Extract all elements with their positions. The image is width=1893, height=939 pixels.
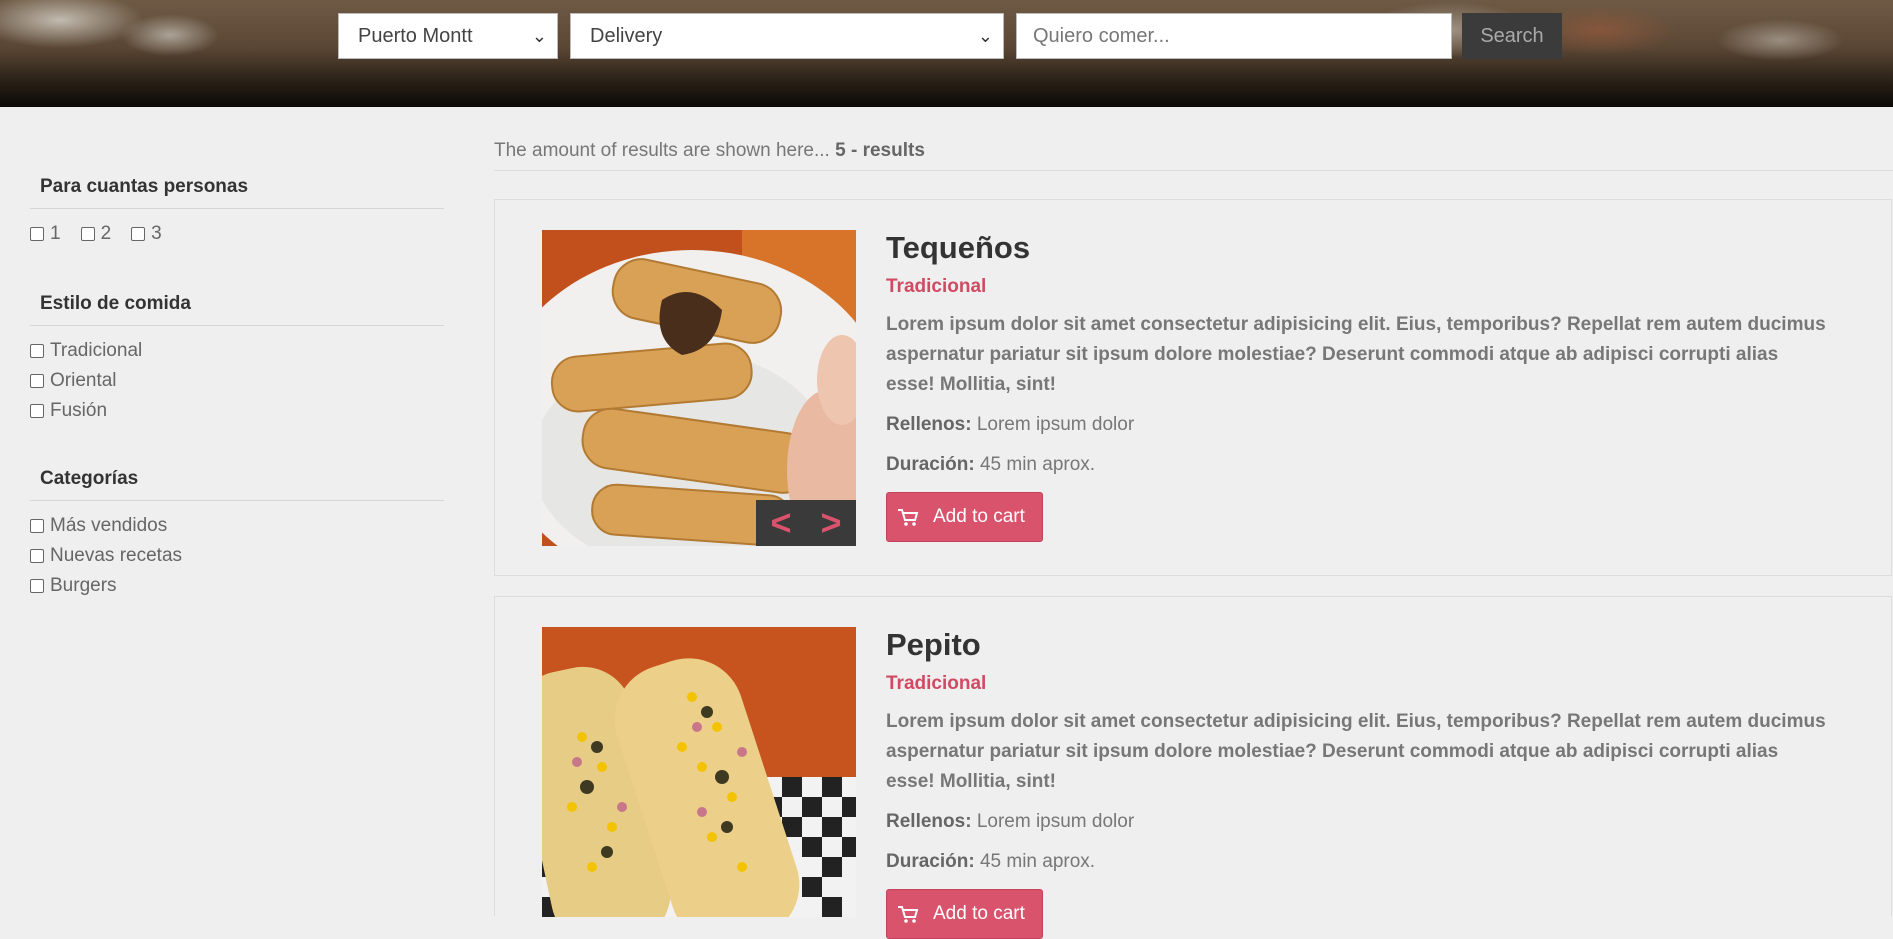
product-name: Pepito: [886, 627, 981, 662]
product-description: Lorem ipsum dolor sit amet consectetur a…: [886, 314, 1826, 395]
add-to-cart-label: Add to cart: [933, 506, 1025, 527]
checkbox[interactable]: [30, 579, 44, 593]
checkbox[interactable]: [30, 549, 44, 563]
product-fillings: Rellenos: Lorem ipsum dolor: [886, 811, 1135, 832]
filter-style-title: Estilo de comida: [30, 293, 444, 326]
city-select[interactable]: Puerto Montt ⌄: [338, 13, 558, 59]
product-details: Tequeños Tradicional Lorem ipsum dolor s…: [886, 228, 1826, 542]
cart-icon: [898, 906, 919, 923]
filter-category-burgers[interactable]: Burgers: [30, 571, 444, 601]
filter-category-new-recipes[interactable]: Nuevas recetas: [30, 541, 444, 571]
checkbox[interactable]: [80, 227, 95, 241]
add-to-cart-label: Add to cart: [933, 903, 1025, 924]
checkbox[interactable]: [30, 227, 44, 241]
product-duration: Duración: 45 min aprox.: [886, 851, 1096, 872]
product-image-tequenos: < >: [542, 230, 856, 546]
results-count-prefix: The amount of results are shown here...: [494, 140, 830, 161]
cart-icon: [898, 509, 919, 526]
product-image-pepito: [542, 627, 856, 917]
add-to-cart-button[interactable]: Add to cart: [886, 889, 1043, 939]
product-card: < > Tequeños Tradicional Lorem ipsum dol…: [494, 199, 1892, 576]
carousel-prev-button[interactable]: <: [770, 502, 791, 544]
search-input[interactable]: Quiero comer...: [1016, 13, 1452, 59]
add-to-cart-button[interactable]: Add to cart: [886, 492, 1043, 542]
checkbox[interactable]: [30, 374, 44, 388]
filter-people-2[interactable]: 2: [80, 219, 111, 249]
filter-style: Estilo de comida Tradicional Oriental Fu…: [30, 293, 444, 426]
checkbox[interactable]: [30, 519, 44, 533]
product-name: Tequeños: [886, 230, 1031, 265]
filter-category-best-sellers[interactable]: Más vendidos: [30, 511, 444, 541]
product-card: Pepito Tradicional Lorem ipsum dolor sit…: [494, 596, 1892, 939]
filter-style-oriental[interactable]: Oriental: [30, 366, 444, 396]
chevron-down-icon: ⌄: [977, 26, 993, 46]
checkbox[interactable]: [30, 404, 44, 418]
checkbox[interactable]: [30, 344, 44, 358]
search-button[interactable]: Search: [1462, 13, 1562, 59]
results-count: The amount of results are shown here... …: [494, 140, 1893, 171]
product-details: Pepito Tradicional Lorem ipsum dolor sit…: [886, 625, 1826, 939]
product-style: Tradicional: [886, 276, 987, 297]
product-description: Lorem ipsum dolor sit amet consectetur a…: [886, 711, 1826, 792]
filter-style-tradicional[interactable]: Tradicional: [30, 336, 444, 366]
hero-banner: Puerto Montt ⌄ Delivery ⌄ Quiero comer..…: [0, 0, 1893, 107]
filter-people: Para cuantas personas 1 2 3: [30, 176, 444, 249]
filter-style-fusion[interactable]: Fusión: [30, 396, 444, 426]
filter-categories-title: Categorías: [30, 468, 444, 501]
delivery-mode-value: Delivery: [590, 25, 663, 47]
results-count-value: 5 - results: [835, 140, 925, 161]
carousel-next-button[interactable]: >: [820, 502, 841, 544]
delivery-mode-select[interactable]: Delivery ⌄: [570, 13, 1004, 59]
checkbox[interactable]: [131, 227, 146, 241]
product-fillings: Rellenos: Lorem ipsum dolor: [886, 414, 1135, 435]
chevron-down-icon: ⌄: [531, 26, 547, 46]
product-style: Tradicional: [886, 673, 987, 694]
filter-people-1[interactable]: 1: [30, 219, 61, 249]
filter-people-title: Para cuantas personas: [30, 176, 444, 209]
carousel-controls: < >: [756, 500, 856, 546]
product-duration: Duración: 45 min aprox.: [886, 454, 1096, 475]
filter-categories: Categorías Más vendidos Nuevas recetas B…: [30, 468, 444, 601]
city-select-value: Puerto Montt: [358, 25, 473, 47]
filter-people-3[interactable]: 3: [131, 219, 162, 249]
search-placeholder: Quiero comer...: [1033, 25, 1170, 47]
